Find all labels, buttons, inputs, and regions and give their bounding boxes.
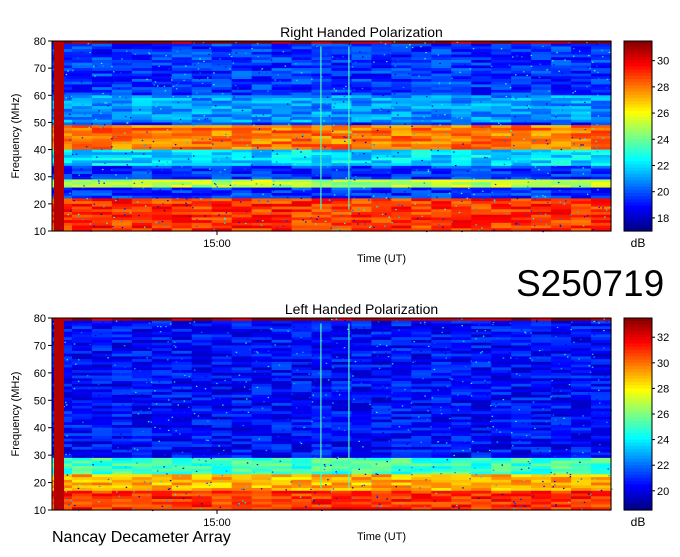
- y-axis-label: Frequency (MHz): [10, 372, 22, 457]
- y-tick-label: 50: [34, 395, 46, 407]
- colorbar-tick-label: 22: [657, 460, 669, 472]
- y-tick-label: 20: [34, 199, 46, 211]
- colorbar-tick-label: 20: [657, 187, 669, 199]
- colorbar-tick-label: 26: [657, 409, 669, 421]
- y-tick-label: 70: [34, 63, 46, 75]
- colorbar-2: [624, 318, 655, 511]
- y-tick-label: 60: [34, 368, 46, 380]
- y-tick-label: 10: [34, 226, 46, 238]
- spectrogram-panel-1: [48, 41, 612, 235]
- colorbar-unit-label: dB: [631, 515, 646, 529]
- colorbar-unit-label: dB: [631, 236, 646, 250]
- x-tick-label: 15:00: [203, 238, 231, 250]
- colorbar-tick-label: 30: [657, 56, 669, 68]
- colorbar-tick-label: 26: [657, 108, 669, 120]
- panel-title-1: Right Handed Polarization: [280, 24, 443, 40]
- y-tick-label: 40: [34, 423, 46, 435]
- colorbar-tick-label: 18: [657, 213, 669, 225]
- x-axis-label: Time (UT): [357, 531, 406, 543]
- y-tick-label: 40: [34, 145, 46, 157]
- y-tick-label: 10: [34, 505, 46, 517]
- session-id: S250719: [516, 262, 664, 306]
- colorbar-tick-label: 22: [657, 160, 669, 172]
- y-tick-label: 80: [34, 36, 46, 48]
- y-tick-label: 50: [34, 117, 46, 129]
- colorbar-tick-label: 24: [657, 134, 669, 146]
- spectrogram-figure: Right Handed Polarization 10 20 30 40 50 60 70 8…: [0, 0, 680, 552]
- y-tick-label: 80: [34, 313, 46, 325]
- x-axis-label: Time (UT): [357, 253, 406, 265]
- colorbar-tick-label: 24: [657, 435, 669, 447]
- colorbar-tick-label: 30: [657, 358, 669, 370]
- y-tick-label: 30: [34, 450, 46, 462]
- colorbar-tick-label: 28: [657, 82, 669, 94]
- observatory-label: Nancay Decameter Array: [52, 528, 231, 548]
- y-axis-label: Frequency (MHz): [10, 94, 22, 179]
- y-tick-label: 30: [34, 172, 46, 184]
- y-tick-label: 70: [34, 340, 46, 352]
- y-tick-label: 60: [34, 90, 46, 102]
- colorbar-tick-label: 20: [657, 486, 669, 498]
- colorbar-tick-label: 28: [657, 383, 669, 395]
- spectrogram-panel-2: [48, 318, 613, 514]
- panel-title-2: Left Handed Polarization: [285, 301, 438, 317]
- y-tick-label: 20: [34, 478, 46, 490]
- colorbar-1: [624, 41, 655, 232]
- colorbar-tick-label: 32: [657, 332, 669, 344]
